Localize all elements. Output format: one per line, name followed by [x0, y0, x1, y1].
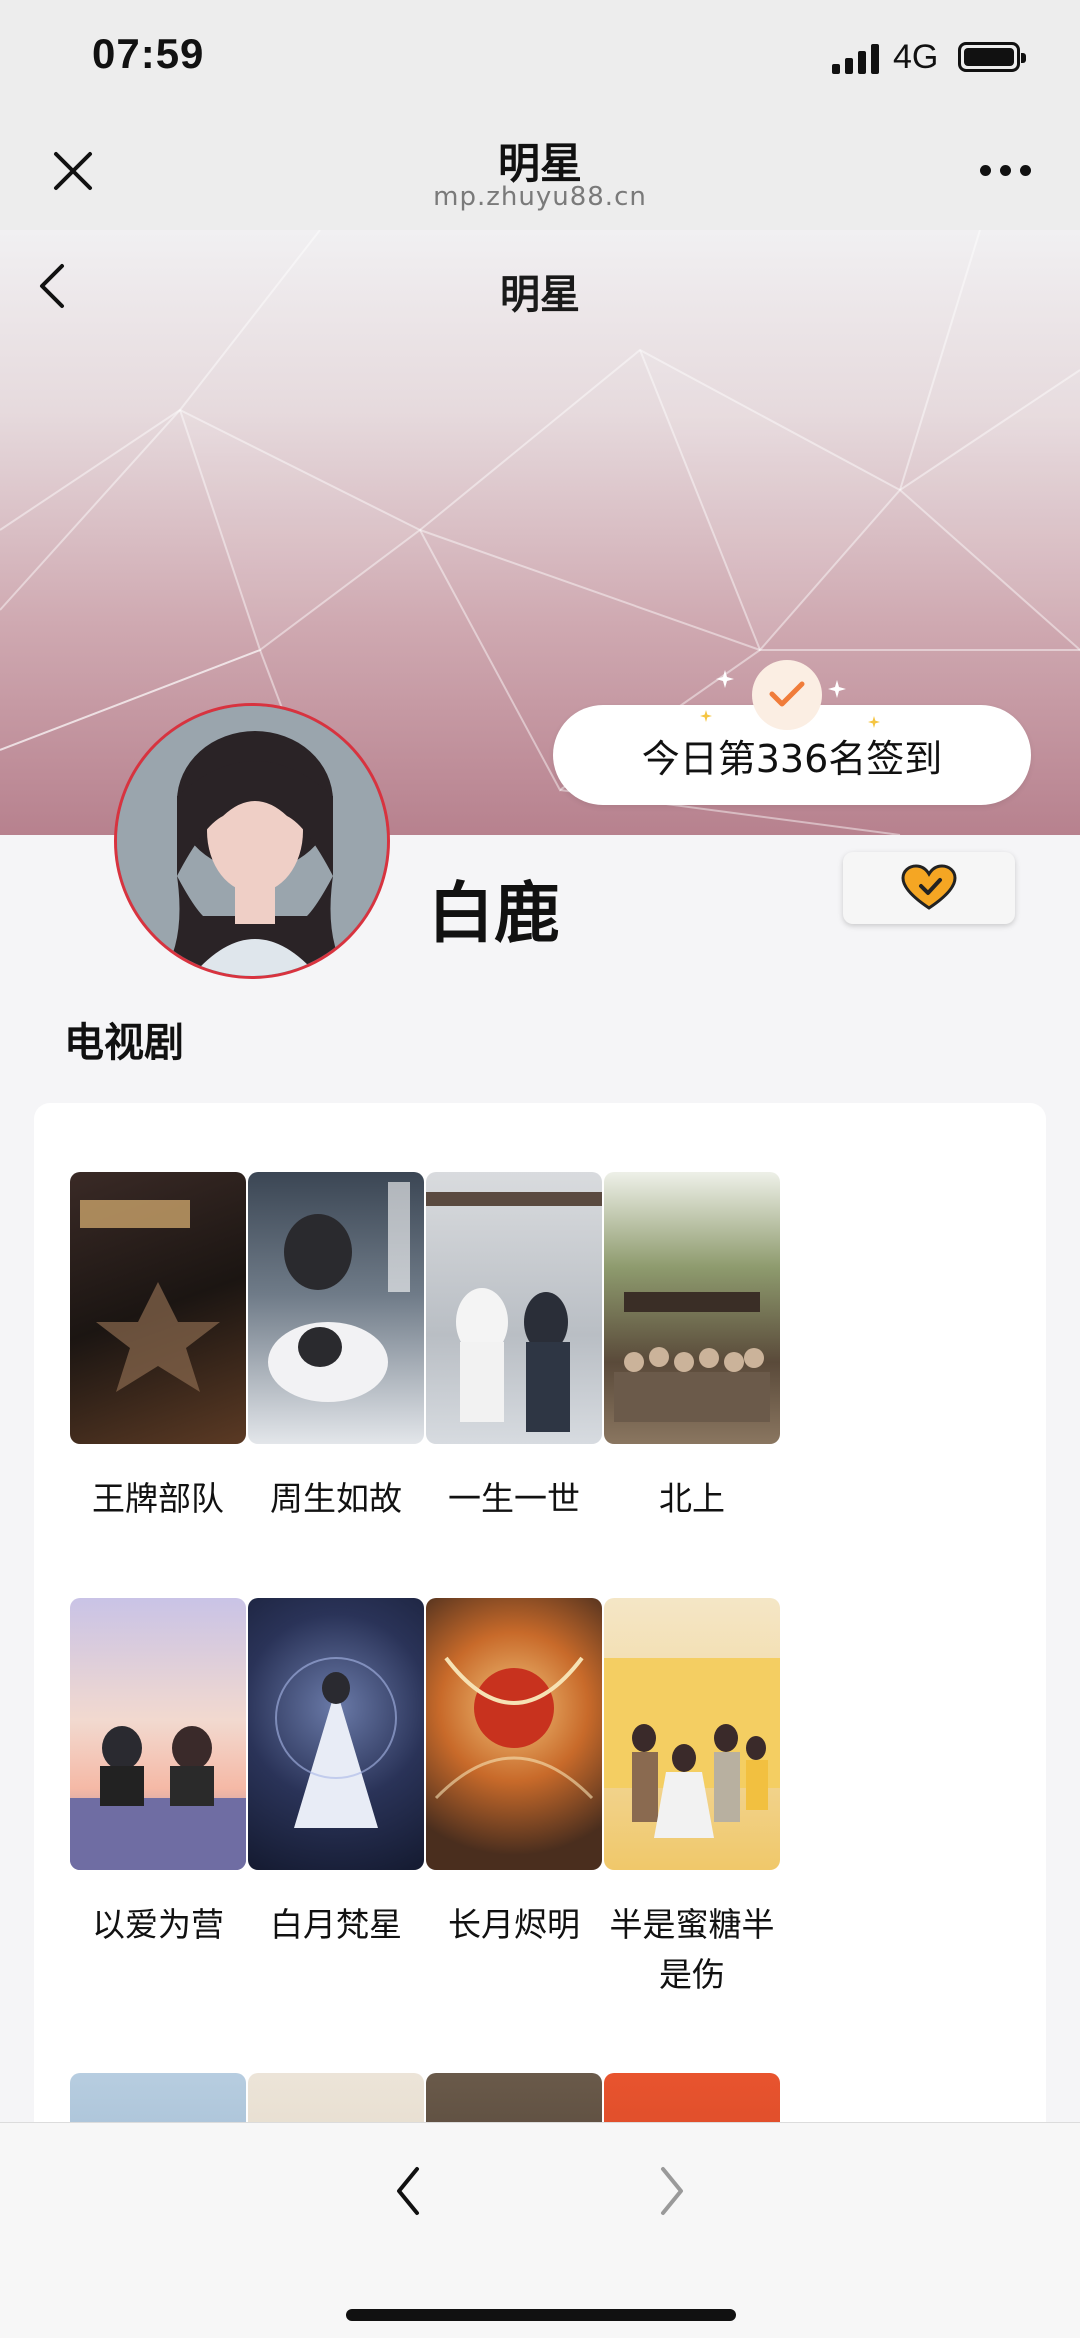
- back-icon[interactable]: [393, 2165, 423, 2217]
- show-item[interactable]: 北上: [604, 1172, 780, 1524]
- network-type: 4G: [893, 38, 939, 76]
- show-title: 长月烬明: [448, 1905, 580, 1944]
- avatar-portrait: [117, 706, 387, 976]
- more-icon[interactable]: [980, 165, 1036, 181]
- show-poster[interactable]: [426, 2073, 602, 2123]
- sparkle-icon: [828, 680, 846, 698]
- battery-icon: [958, 42, 1026, 72]
- show-poster[interactable]: [248, 2073, 424, 2123]
- show-title: 北上: [659, 1479, 725, 1518]
- browser-toolbar: [0, 2122, 1080, 2338]
- browser-navbar: 明星 mp.zhuyu88.cn: [0, 120, 1080, 230]
- avatar[interactable]: [114, 703, 390, 979]
- show-item[interactable]: 白月梵星: [248, 1598, 424, 1950]
- show-poster: [604, 1172, 780, 1444]
- show-poster: [70, 1598, 246, 1870]
- show-poster: [248, 1172, 424, 1444]
- show-poster[interactable]: [604, 2073, 780, 2123]
- show-item[interactable]: 以爱为营: [70, 1598, 246, 1950]
- show-title: 周生如故: [270, 1479, 402, 1518]
- show-poster[interactable]: [70, 2073, 246, 2123]
- show-title: 半是蜜糖半是伤: [609, 1905, 775, 1994]
- show-title: 以爱为营: [92, 1905, 224, 1944]
- sparkle-icon: [716, 670, 734, 688]
- forward-icon[interactable]: [657, 2165, 687, 2217]
- show-title: 白月梵星: [270, 1905, 402, 1944]
- home-indicator[interactable]: [346, 2309, 736, 2321]
- show-poster: [70, 1172, 246, 1444]
- show-item[interactable]: 一生一世: [426, 1172, 602, 1524]
- show-poster: [426, 1598, 602, 1870]
- follow-button[interactable]: [843, 852, 1015, 924]
- browser-url: mp.zhuyu88.cn: [433, 182, 647, 212]
- tv-show-grid: 王牌部队 周生如故 一生一世 北上 以爱为营 白月梵星 长月烬明 半是蜜糖半是伤: [34, 1103, 1046, 2123]
- check-icon: [752, 660, 822, 730]
- show-poster: [248, 1598, 424, 1870]
- section-title: 电视剧: [64, 1020, 184, 1066]
- show-item[interactable]: 王牌部队: [70, 1172, 246, 1524]
- show-title: 王牌部队: [92, 1479, 224, 1518]
- status-bar: 07:59 4G: [0, 0, 1080, 120]
- show-item[interactable]: 半是蜜糖半是伤: [604, 1598, 780, 2000]
- show-item[interactable]: 周生如故: [248, 1172, 424, 1524]
- sparkle-icon: [700, 710, 712, 722]
- sparkle-icon: [868, 716, 880, 728]
- status-time: 07:59: [92, 30, 205, 77]
- checkin-text: 今日第336名签到: [641, 736, 943, 781]
- heart-icon: [901, 864, 957, 910]
- show-title: 一生一世: [448, 1479, 580, 1518]
- signal-icon: [832, 44, 879, 74]
- show-poster: [426, 1172, 602, 1444]
- show-item[interactable]: 长月烬明: [426, 1598, 602, 1950]
- show-poster: [604, 1598, 780, 1870]
- page-title: 明星: [500, 272, 580, 318]
- star-name: 白鹿: [428, 875, 560, 952]
